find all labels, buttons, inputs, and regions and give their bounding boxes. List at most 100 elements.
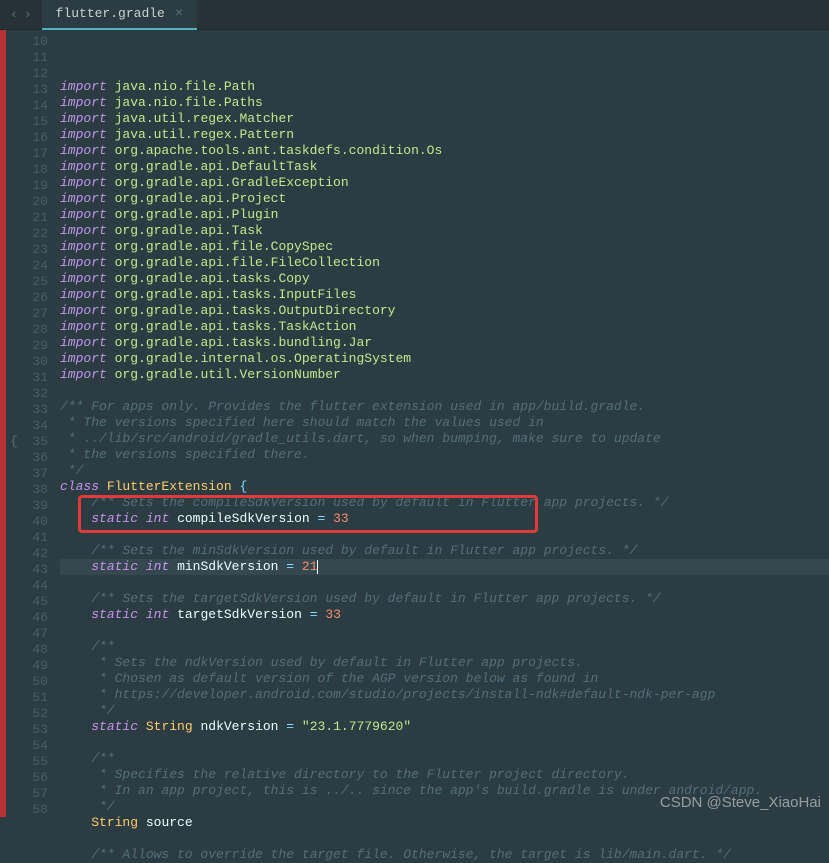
code-line[interactable] <box>60 735 829 751</box>
line-number: 22 <box>22 226 48 242</box>
file-tab[interactable]: flutter.gradle × <box>42 0 198 30</box>
code-line[interactable]: * https://developer.android.com/studio/p… <box>60 687 829 703</box>
code-line[interactable]: /** For apps only. Provides the flutter … <box>60 399 829 415</box>
nav-arrows: ‹ › <box>0 7 42 22</box>
code-line[interactable]: /** Allows to override the target file. … <box>60 847 829 863</box>
code-line[interactable]: import java.util.regex.Pattern <box>60 127 829 143</box>
line-number: 21 <box>22 210 48 226</box>
code-line[interactable]: * The versions specified here should mat… <box>60 415 829 431</box>
code-line[interactable]: import org.gradle.api.file.CopySpec <box>60 239 829 255</box>
code-line[interactable]: * Specifies the relative directory to th… <box>60 767 829 783</box>
line-number: 38 <box>22 482 48 498</box>
line-number: 30 <box>22 354 48 370</box>
code-line[interactable]: static int minSdkVersion = 21 <box>60 559 829 575</box>
line-number: 23 <box>22 242 48 258</box>
line-number: 13 <box>22 82 48 98</box>
line-number: 42 <box>22 546 48 562</box>
line-number: 54 <box>22 738 48 754</box>
code-line[interactable]: /** <box>60 639 829 655</box>
code-line[interactable]: import org.gradle.api.tasks.InputFiles <box>60 287 829 303</box>
code-line[interactable]: import org.gradle.api.file.FileCollectio… <box>60 255 829 271</box>
line-number: 55 <box>22 754 48 770</box>
line-number: 36 <box>22 450 48 466</box>
code-line[interactable]: /** Sets the targetSdkVersion used by de… <box>60 591 829 607</box>
code-line[interactable]: static int compileSdkVersion = 33 <box>60 511 829 527</box>
line-number: 10 <box>22 34 48 50</box>
line-number: 45 <box>22 594 48 610</box>
code-line[interactable] <box>60 575 829 591</box>
code-line[interactable] <box>60 831 829 847</box>
code-area[interactable]: import java.nio.file.Pathimport java.nio… <box>60 30 829 817</box>
code-line[interactable]: */ <box>60 463 829 479</box>
line-number: 43 <box>22 562 48 578</box>
code-line[interactable]: * Chosen as default version of the AGP v… <box>60 671 829 687</box>
code-line[interactable]: import org.gradle.api.GradleException <box>60 175 829 191</box>
code-line[interactable]: /** Sets the compileSdkVersion used by d… <box>60 495 829 511</box>
line-number: 26 <box>22 290 48 306</box>
line-number: 56 <box>22 770 48 786</box>
nav-back-icon[interactable]: ‹ <box>10 7 18 22</box>
line-number: 51 <box>22 690 48 706</box>
code-line[interactable]: class FlutterExtension { <box>60 479 829 495</box>
file-tab-label: flutter.gradle <box>56 6 165 21</box>
code-editor[interactable]: { 10111213141516171819202122232425262728… <box>0 30 829 817</box>
close-icon[interactable]: × <box>175 6 183 22</box>
line-number: 28 <box>22 322 48 338</box>
code-line[interactable]: import org.gradle.api.tasks.OutputDirect… <box>60 303 829 319</box>
line-number: 34 <box>22 418 48 434</box>
line-number: 44 <box>22 578 48 594</box>
line-number: 25 <box>22 274 48 290</box>
code-line[interactable]: * the versions specified there. <box>60 447 829 463</box>
line-number: 58 <box>22 802 48 818</box>
fold-marker-icon[interactable]: { <box>10 434 18 449</box>
line-number: 52 <box>22 706 48 722</box>
code-line[interactable]: import org.gradle.api.DefaultTask <box>60 159 829 175</box>
line-number: 20 <box>22 194 48 210</box>
line-number-gutter: 1011121314151617181920212223242526272829… <box>22 30 60 817</box>
line-number: 11 <box>22 50 48 66</box>
code-line[interactable]: import org.gradle.internal.os.OperatingS… <box>60 351 829 367</box>
line-number: 19 <box>22 178 48 194</box>
line-number: 27 <box>22 306 48 322</box>
code-line[interactable]: /** <box>60 751 829 767</box>
line-number: 46 <box>22 610 48 626</box>
line-number: 17 <box>22 146 48 162</box>
code-line[interactable]: /** Sets the minSdkVersion used by defau… <box>60 543 829 559</box>
code-line[interactable]: String source <box>60 815 829 831</box>
line-number: 50 <box>22 674 48 690</box>
code-line[interactable]: import org.gradle.api.Project <box>60 191 829 207</box>
code-line[interactable]: import java.nio.file.Path <box>60 79 829 95</box>
line-number: 41 <box>22 530 48 546</box>
code-line[interactable]: import org.apache.tools.ant.taskdefs.con… <box>60 143 829 159</box>
code-line[interactable]: import org.gradle.api.tasks.TaskAction <box>60 319 829 335</box>
line-number: 48 <box>22 642 48 658</box>
code-line[interactable]: import java.nio.file.Paths <box>60 95 829 111</box>
line-number: 40 <box>22 514 48 530</box>
code-line[interactable]: import org.gradle.util.VersionNumber <box>60 367 829 383</box>
line-number: 37 <box>22 466 48 482</box>
line-number: 14 <box>22 98 48 114</box>
code-line[interactable]: static int targetSdkVersion = 33 <box>60 607 829 623</box>
code-line[interactable]: import org.gradle.api.tasks.bundling.Jar <box>60 335 829 351</box>
line-number: 39 <box>22 498 48 514</box>
code-line[interactable]: import org.gradle.api.Task <box>60 223 829 239</box>
line-number: 49 <box>22 658 48 674</box>
code-line[interactable]: * ../lib/src/android/gradle_utils.dart, … <box>60 431 829 447</box>
line-number: 31 <box>22 370 48 386</box>
code-line[interactable]: * Sets the ndkVersion used by default in… <box>60 655 829 671</box>
code-line[interactable]: */ <box>60 703 829 719</box>
code-line[interactable] <box>60 527 829 543</box>
watermark-text: CSDN @Steve_XiaoHai <box>660 794 821 811</box>
line-number: 18 <box>22 162 48 178</box>
nav-forward-icon[interactable]: › <box>24 7 32 22</box>
line-number: 12 <box>22 66 48 82</box>
code-line[interactable]: import java.util.regex.Matcher <box>60 111 829 127</box>
code-line[interactable] <box>60 623 829 639</box>
line-number: 24 <box>22 258 48 274</box>
code-line[interactable]: static String ndkVersion = "23.1.7779620… <box>60 719 829 735</box>
code-line[interactable]: import org.gradle.api.Plugin <box>60 207 829 223</box>
code-line[interactable]: import org.gradle.api.tasks.Copy <box>60 271 829 287</box>
code-line[interactable] <box>60 383 829 399</box>
line-number: 15 <box>22 114 48 130</box>
line-number: 29 <box>22 338 48 354</box>
